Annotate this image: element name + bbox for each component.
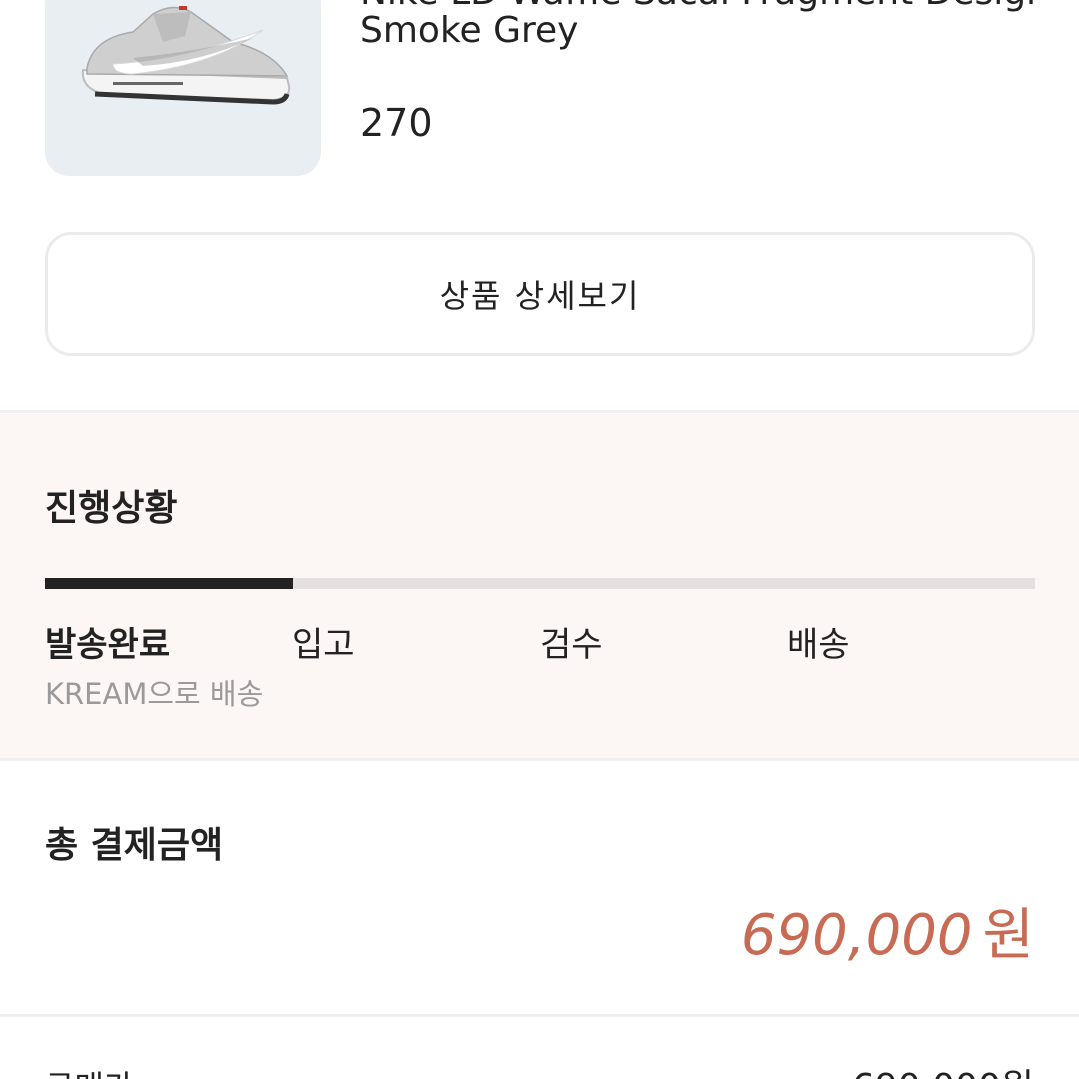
product-size: 270 <box>360 101 433 145</box>
progress-title: 진행상황 <box>45 488 178 529</box>
product-name-line-2: Smoke Grey <box>360 10 579 51</box>
payment-amount-value: 690,000 <box>740 903 973 968</box>
order-detail-page: Nike LD Waffle Sacai Fragment Design Lig… <box>0 0 1079 1079</box>
progress-bar-fill <box>45 578 293 589</box>
product-image[interactable] <box>45 0 321 176</box>
progress-bar <box>45 578 1035 589</box>
step-delivery: 배송 <box>787 625 850 665</box>
payment-title: 총 결제금액 <box>45 825 224 866</box>
step-inspection: 검수 <box>540 625 603 665</box>
section-divider <box>0 758 1079 761</box>
step-shipped-subtext: KREAM으로 배송 <box>45 677 264 711</box>
payment-total-amount: 690,000 원 <box>741 890 1034 971</box>
purchase-price-value: 690,000원 <box>852 1058 1034 1079</box>
step-shipped: 발송완료 <box>45 625 171 665</box>
step-received: 입고 <box>292 625 355 665</box>
product-detail-button[interactable]: 상품 상세보기 <box>45 232 1035 356</box>
sneaker-icon <box>81 6 291 105</box>
payment-amount-unit: 원 <box>982 903 1034 968</box>
purchase-price-label: 구매가 <box>45 1062 133 1079</box>
section-divider <box>0 1014 1079 1017</box>
progress-section: 진행상황 발송완료 입고 검수 배송 KREAM으로 배송 <box>0 413 1079 758</box>
